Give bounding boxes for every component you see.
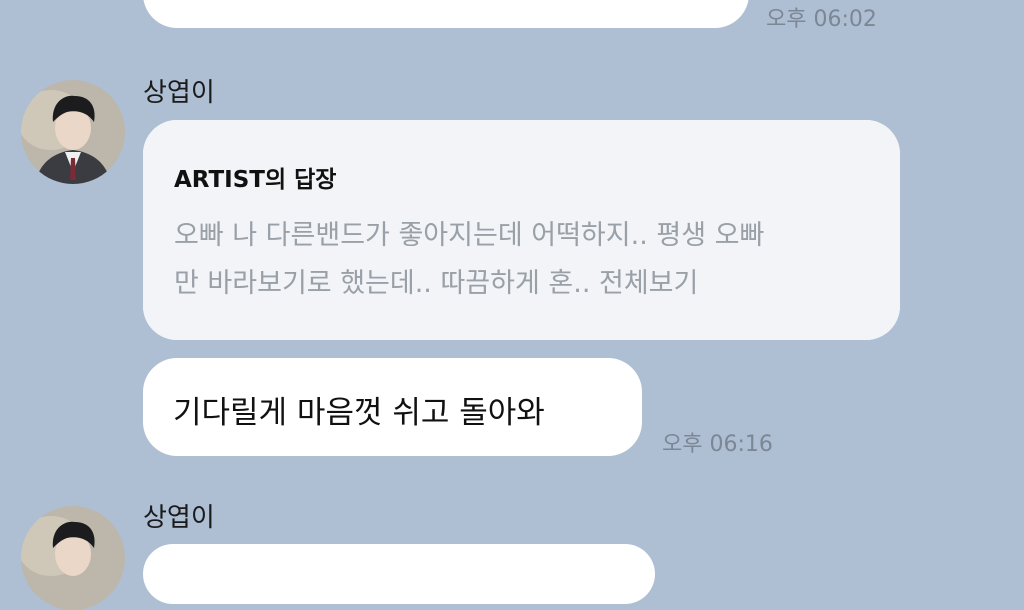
reply-quote-card[interactable]: ARTIST의 답장 오빠 나 다른밴드가 좋아지는데 어떡하지.. 평생 오빠… bbox=[143, 120, 900, 340]
message-bubble[interactable]: 기다릴게 마음껏 쉬고 돌아와 bbox=[143, 358, 642, 456]
sender-name: 상엽이 bbox=[143, 503, 215, 533]
sender-avatar[interactable] bbox=[21, 506, 125, 610]
reply-message-bubble[interactable]: ARTIST의 답장 오빠 나 다른밴드가 좋아지는데 어떡하지.. 평생 오빠… bbox=[143, 120, 900, 340]
sender-avatar[interactable] bbox=[21, 80, 125, 184]
message-text: 기다릴게 마음껏 쉬고 돌아와 bbox=[173, 395, 545, 431]
reply-title: ARTIST의 답장 bbox=[174, 167, 337, 193]
message-timestamp: 오후 06:02 bbox=[766, 7, 877, 32]
message-bubble[interactable] bbox=[143, 544, 655, 604]
avatar-photo-icon bbox=[21, 80, 125, 184]
message-timestamp: 오후 06:16 bbox=[662, 432, 773, 457]
sender-name: 상엽이 bbox=[143, 78, 215, 108]
reply-quote-line: 오빠 나 다른밴드가 좋아지는데 어떡하지.. 평생 오빠 bbox=[174, 220, 765, 251]
avatar-photo-icon bbox=[21, 506, 125, 610]
reply-quote-line: 만 바라보기로 했는데.. 따끔하게 혼.. 전체보기 bbox=[174, 268, 699, 299]
message-bubble-previous[interactable] bbox=[143, 0, 749, 28]
